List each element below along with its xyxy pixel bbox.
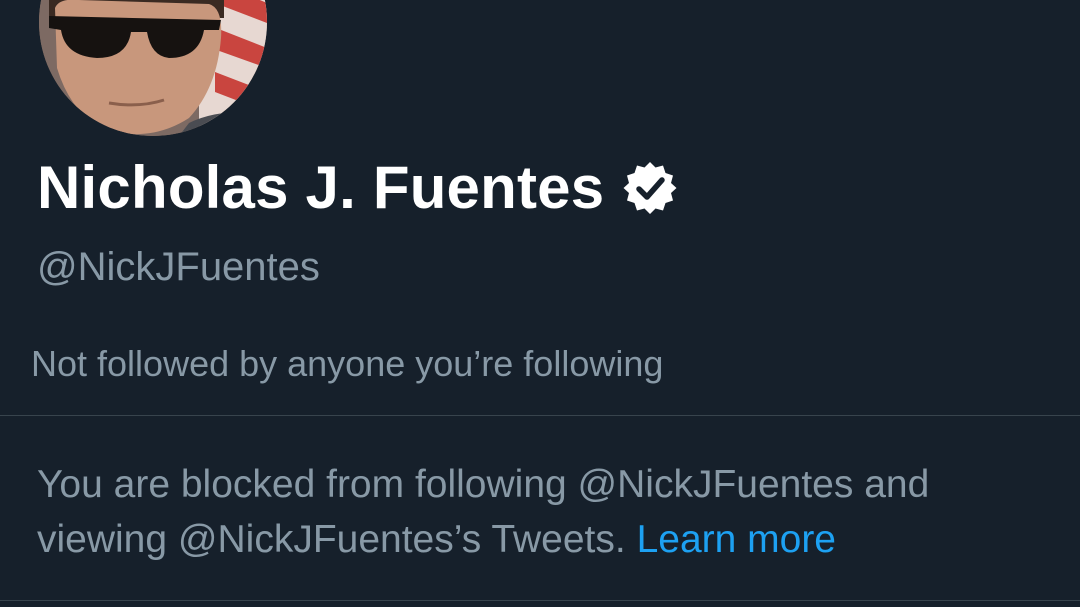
followers-you-know-text[interactable]: Not followed by anyone you’re following xyxy=(31,342,663,386)
bottom-divider xyxy=(0,600,1080,601)
profile-screen: Nicholas J. Fuentes @NickJFuentes Not fo… xyxy=(0,0,1080,607)
learn-more-link[interactable]: Learn more xyxy=(637,518,836,561)
display-name-text: Nicholas J. Fuentes xyxy=(37,154,605,221)
avatar-image xyxy=(39,0,267,136)
section-divider xyxy=(0,415,1080,416)
verified-badge-icon xyxy=(622,160,678,216)
profile-handle: @NickJFuentes xyxy=(37,245,320,289)
profile-avatar[interactable] xyxy=(39,0,267,136)
blocked-notice: You are blocked from following @NickJFue… xyxy=(37,457,1047,567)
profile-display-name: Nicholas J. Fuentes xyxy=(37,152,678,224)
